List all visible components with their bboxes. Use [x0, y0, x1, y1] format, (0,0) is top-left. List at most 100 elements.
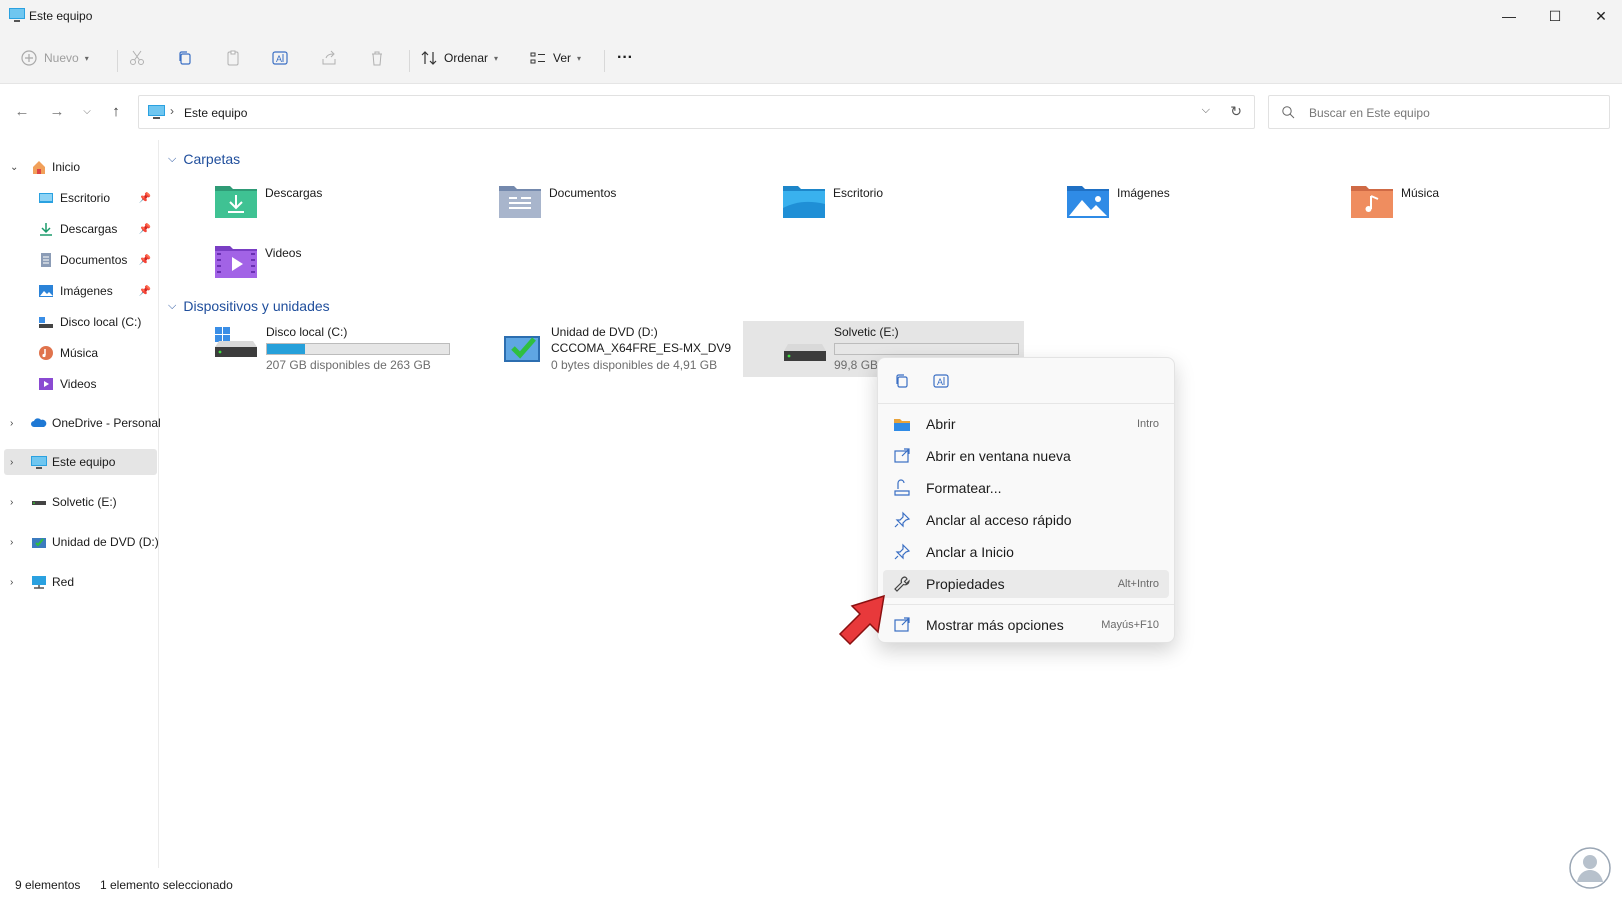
drive-dvd-d[interactable]: Unidad de DVD (D:) CCCOMA_X64FRE_ES-MX_D…	[494, 322, 754, 378]
drive-name: Solvetic (E:)	[834, 325, 899, 339]
menu-item-properties[interactable]: Propiedades Alt+Intro	[883, 570, 1169, 598]
chevron-right-icon[interactable]: ›	[10, 577, 13, 588]
drive-name: Unidad de DVD (D:)	[551, 325, 658, 339]
rename-icon[interactable]: A	[932, 372, 950, 390]
onedrive-icon	[31, 418, 47, 427]
pin-icon: 📌	[138, 285, 151, 297]
chevron-right-icon[interactable]: ›	[10, 537, 13, 548]
folder-name: Documentos	[549, 186, 617, 200]
sidebar-item-label: Música	[60, 346, 99, 360]
chevron-down-icon: ▾	[84, 53, 89, 63]
paste-button[interactable]	[224, 42, 242, 74]
sidebar-item-this-pc[interactable]: › Este equipo	[4, 449, 157, 475]
sidebar-item-music[interactable]: Música	[4, 340, 157, 366]
chevron-right-icon[interactable]: ›	[10, 457, 13, 468]
rename-button[interactable]: A	[271, 42, 289, 74]
sidebar-item-label: Imágenes	[60, 284, 113, 298]
share-button[interactable]	[320, 42, 338, 74]
folder-name: Videos	[265, 246, 302, 260]
desktop-icon	[39, 193, 53, 203]
view-label: Ver	[553, 51, 572, 65]
chevron-down-icon: ⌵	[168, 299, 177, 312]
new-button[interactable]: Nuevo ▾	[20, 42, 89, 74]
sidebar-item-downloads[interactable]: Descargas 📌	[4, 216, 157, 242]
folder-documents[interactable]: Documentos	[499, 182, 769, 230]
music-icon	[39, 346, 53, 360]
title-bar: Este equipo — ☐ ✕	[0, 0, 1622, 32]
svg-text:A: A	[276, 54, 282, 64]
minimize-button[interactable]: —	[1486, 0, 1532, 32]
menu-item-pin-quick-access[interactable]: Anclar al acceso rápido	[883, 506, 1169, 534]
dvd-icon	[32, 538, 46, 548]
delete-button[interactable]	[368, 42, 386, 74]
sort-icon	[421, 51, 437, 65]
cut-button[interactable]	[128, 42, 146, 74]
recent-locations-chevron-icon[interactable]: ⌵	[73, 97, 101, 125]
chevron-right-icon[interactable]: ›	[10, 497, 13, 508]
network-icon	[32, 576, 46, 589]
drive-name: Disco local (C:)	[266, 325, 348, 339]
menu-item-pin-start[interactable]: Anclar a Inicio	[883, 538, 1169, 566]
maximize-button[interactable]: ☐	[1532, 0, 1578, 32]
view-button[interactable]: Ver ▾	[529, 42, 581, 74]
sidebar-item-videos[interactable]: Videos	[4, 371, 157, 397]
back-arrow-icon[interactable]: ←	[8, 97, 36, 125]
up-arrow-icon[interactable]: ↑	[102, 97, 130, 125]
folder-pictures[interactable]: Imágenes	[1067, 182, 1337, 230]
folder-videos[interactable]: Videos	[215, 242, 485, 290]
close-button[interactable]: ✕	[1578, 0, 1622, 32]
divider	[117, 50, 118, 72]
menu-item-open-new-window[interactable]: Abrir en ventana nueva	[883, 442, 1169, 470]
sidebar-item-documents[interactable]: Documentos 📌	[4, 247, 157, 273]
drive-free-space: 207 GB disponibles de 263 GB	[266, 358, 431, 372]
menu-item-format[interactable]: Formatear...	[883, 474, 1169, 502]
section-folders-header[interactable]: ⌵ Carpetas	[168, 151, 240, 167]
sidebar-item-desktop[interactable]: Escritorio 📌	[4, 185, 157, 211]
address-bar[interactable]: › Este equipo ⌵ ↻	[138, 95, 1255, 129]
sidebar-item-pictures[interactable]: Imágenes 📌	[4, 278, 157, 304]
drive-icon	[32, 501, 46, 505]
sort-label: Ordenar	[444, 51, 489, 65]
refresh-icon[interactable]: ↻	[1230, 103, 1242, 120]
sidebar-item-dvd[interactable]: › Unidad de DVD (D:)	[4, 529, 159, 555]
section-devices-header[interactable]: ⌵ Dispositivos y unidades	[168, 298, 330, 314]
pin-start-icon	[894, 543, 911, 560]
copy-icon	[179, 51, 191, 65]
more-options-button[interactable]: ···	[617, 42, 633, 74]
drive-local-disk-c[interactable]: Disco local (C:) 207 GB disponibles de 2…	[210, 322, 470, 378]
sidebar-item-label: Red	[52, 575, 75, 589]
sidebar-item-label: Videos	[60, 377, 97, 391]
format-icon	[894, 479, 910, 496]
menu-item-label: Abrir en ventana nueva	[926, 448, 1071, 464]
folder-desktop[interactable]: Escritorio	[783, 182, 1053, 230]
breadcrumb[interactable]: Este equipo	[184, 106, 247, 120]
chevron-right-icon[interactable]: ›	[10, 418, 13, 429]
sidebar-item-onedrive[interactable]: › OneDrive - Personal	[4, 410, 161, 436]
share-icon	[322, 50, 336, 65]
sidebar-item-home[interactable]: ⌄ Inicio	[4, 154, 157, 180]
pin-icon	[894, 511, 911, 528]
sort-button[interactable]: Ordenar ▾	[420, 42, 498, 74]
sidebar-item-network[interactable]: › Red	[4, 569, 157, 595]
folder-music[interactable]: Música	[1351, 182, 1621, 230]
sidebar-item-local-disk[interactable]: Disco local (C:)	[4, 309, 157, 335]
sidebar-item-solvetic[interactable]: › Solvetic (E:)	[4, 489, 157, 515]
divider	[409, 50, 410, 72]
open-new-window-icon	[894, 448, 910, 463]
chevron-down-icon[interactable]: ⌄	[10, 162, 18, 173]
copy-icon[interactable]	[893, 372, 911, 390]
pin-icon: 📌	[138, 254, 151, 266]
search-input[interactable]: Buscar en Este equipo	[1268, 95, 1610, 129]
divider	[604, 50, 605, 72]
forward-arrow-icon[interactable]: →	[43, 97, 71, 125]
copy-button[interactable]	[176, 42, 194, 74]
folder-name: Escritorio	[833, 186, 884, 200]
pin-icon: 📌	[138, 192, 151, 204]
red-arrow-annotation	[838, 594, 885, 646]
chevron-down-icon[interactable]: ⌵	[1202, 104, 1210, 117]
folder-downloads[interactable]: Descargas	[215, 182, 485, 230]
clipboard-icon	[227, 50, 239, 66]
menu-item-more-options[interactable]: Mostrar más opciones Mayús+F10	[883, 611, 1169, 639]
drive-usage-fill	[267, 344, 306, 354]
menu-item-open[interactable]: Abrir Intro	[883, 410, 1169, 438]
